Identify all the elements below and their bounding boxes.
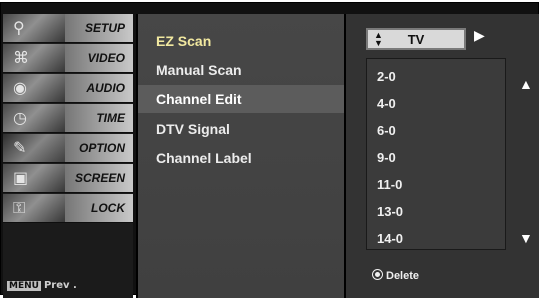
menu-item-label: LOCK — [91, 201, 125, 215]
channel-row[interactable]: 2-0 — [367, 63, 505, 90]
channel-row[interactable]: 4-0 — [367, 90, 505, 117]
submenu-item-channel-edit[interactable]: Channel Edit — [138, 85, 346, 113]
menu-item-label: AUDIO — [86, 81, 125, 95]
menu-item-lock[interactable]: ⚿ LOCK — [3, 194, 133, 223]
menu-key-icon: MENU — [7, 281, 41, 291]
option-tag-icon: ✎ — [13, 138, 27, 157]
scroll-up-arrow-icon[interactable]: ▲ — [519, 76, 533, 92]
submenu-item-ez-scan[interactable]: EZ Scan — [138, 27, 346, 55]
channel-row[interactable]: 13-0 — [367, 198, 505, 225]
channel-row[interactable]: 11-0 — [367, 171, 505, 198]
speaker-icon: ◉ — [13, 78, 27, 97]
menu-item-label: VIDEO — [87, 51, 125, 65]
submenu-item-manual-scan[interactable]: Manual Scan — [138, 56, 346, 84]
menu-item-time[interactable]: ◷ TIME — [3, 104, 133, 133]
satellite-dish-icon: ⚲ — [13, 18, 25, 37]
clock-icon: ◷ — [13, 108, 27, 127]
film-reel-icon: ⌘ — [13, 48, 29, 67]
setup-submenu: EZ Scan Manual Scan Channel Edit DTV Sig… — [136, 14, 346, 298]
menu-item-audio[interactable]: ◉ AUDIO — [3, 74, 133, 103]
menu-item-label: OPTION — [78, 141, 125, 155]
channel-edit-panel: ▲ ▼ TV ▶ 2-0 4-0 6-0 9-0 11-0 13-0 14-0 ▲… — [344, 14, 539, 298]
prev-hint[interactable]: MENU Prev . — [7, 280, 77, 291]
menu-item-setup[interactable]: ⚲ SETUP — [3, 14, 133, 43]
lock-icon: ⚿ — [13, 198, 26, 217]
menu-item-label: SETUP — [84, 21, 125, 35]
tv-osd-screen: ⚲ SETUP ⌘ VIDEO ◉ AUDIO ◷ TIME ✎ OPTION … — [0, 2, 539, 298]
channel-row[interactable]: 14-0 — [367, 225, 505, 252]
source-selector-value: TV — [407, 32, 425, 47]
menu-item-option[interactable]: ✎ OPTION — [3, 134, 133, 163]
right-arrow-icon[interactable]: ▶ — [474, 27, 485, 44]
source-selector[interactable]: ▲ ▼ TV — [366, 28, 466, 50]
menu-item-label: SCREEN — [74, 171, 125, 185]
submenu-item-channel-label[interactable]: Channel Label — [138, 144, 346, 172]
delete-label: Delete — [386, 270, 420, 282]
ok-button-icon — [372, 269, 383, 280]
scroll-down-arrow-icon[interactable]: ▼ — [519, 230, 533, 246]
screen-icon: ▣ — [13, 168, 29, 187]
menu-item-video[interactable]: ⌘ VIDEO — [3, 44, 133, 73]
menu-item-screen[interactable]: ▣ SCREEN — [3, 164, 133, 193]
submenu-item-dtv-signal[interactable]: DTV Signal — [138, 115, 346, 143]
channel-list: 2-0 4-0 6-0 9-0 11-0 13-0 14-0 — [366, 58, 506, 250]
delete-hint[interactable]: Delete — [372, 269, 419, 282]
menu-item-label: TIME — [96, 111, 125, 125]
main-menu: ⚲ SETUP ⌘ VIDEO ◉ AUDIO ◷ TIME ✎ OPTION … — [3, 14, 133, 298]
channel-row[interactable]: 9-0 — [367, 144, 505, 171]
channel-row[interactable]: 6-0 — [367, 117, 505, 144]
prev-label: Prev . — [43, 280, 77, 291]
